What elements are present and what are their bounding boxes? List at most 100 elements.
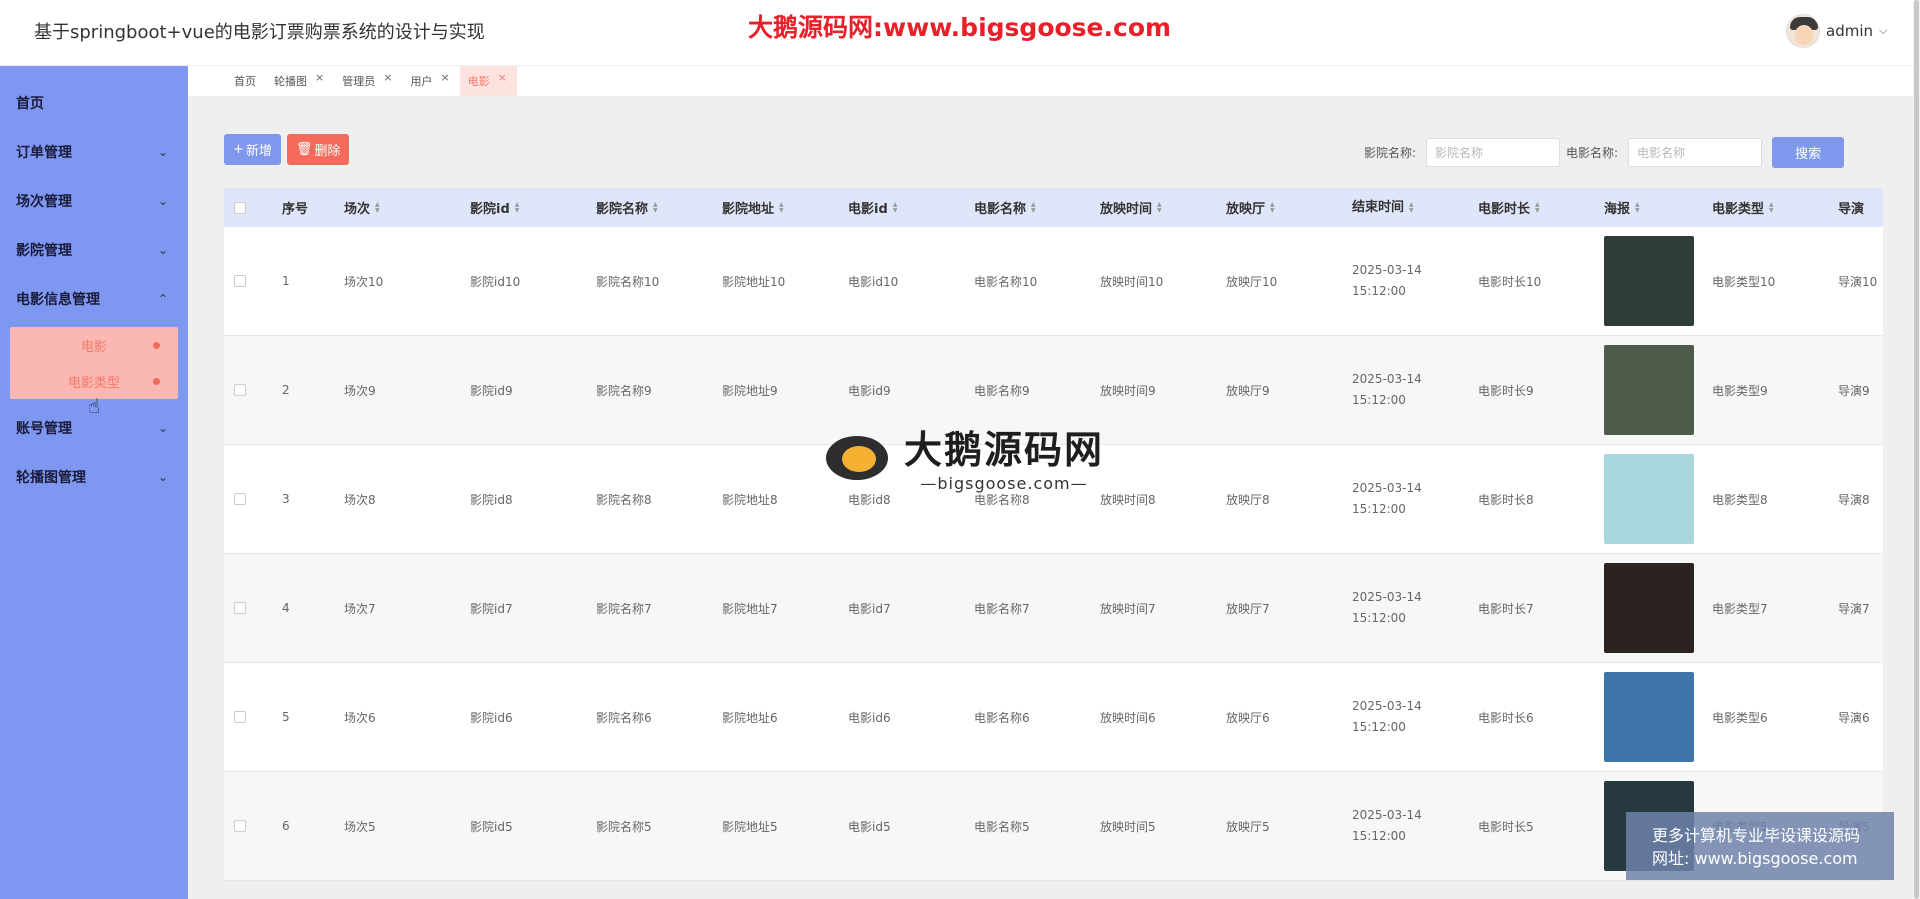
cell-movie-type: 电影类型10: [1712, 274, 1776, 289]
watermark-center: 大鹅源码网 —bigsgoose.com—: [826, 419, 1104, 493]
table-row[interactable]: 5 场次6 影院id6 影院名称6 影院地址6 电影id6 电影名称6 放映时间6 放映厅6 20…: [224, 663, 1883, 772]
cell-cinema-id: 影院id9: [470, 383, 513, 398]
watermark-center-url: —bigsgoose.com—: [920, 474, 1088, 493]
tab-home[interactable]: 首页: [226, 66, 266, 96]
cell-hall: 放映厅10: [1226, 274, 1278, 289]
row-checkbox[interactable]: [234, 275, 246, 287]
toolbar: + 新增 🗑 删除: [224, 134, 350, 165]
col-duration[interactable]: 电影时长 ▲ ▼: [1478, 198, 1604, 217]
col-end-time[interactable]: 结束时间 ▲ ▼: [1352, 197, 1478, 218]
sort-icon: ▲ ▼: [892, 200, 898, 214]
top-header: 基于springboot+vue的电影订票购票系统的设计与实现 大鹅源码网:ww…: [0, 0, 1920, 66]
cell-end-time: 2025-03-14 15:12:00: [1352, 808, 1422, 843]
cell-no: 6: [282, 819, 290, 833]
cell-movie-id: 电影id8: [848, 492, 891, 507]
cell-cinema-addr: 影院地址9: [722, 383, 778, 398]
cell-movie-name: 电影名称10: [974, 274, 1038, 289]
dot-indicator: [153, 378, 160, 385]
row-checkbox[interactable]: [234, 820, 246, 832]
page-scrollbar[interactable]: [1913, 0, 1920, 899]
sort-icon: ▲ ▼: [1409, 200, 1414, 214]
cell-movie-id: 电影id5: [848, 819, 891, 834]
poster-image: [1604, 236, 1712, 326]
search-button[interactable]: 搜索: [1772, 137, 1845, 168]
tab-movie[interactable]: 电影 ×: [459, 66, 517, 96]
user-menu[interactable]: admin ⌵: [1786, 14, 1887, 48]
tab-admin[interactable]: 管理员 ×: [334, 66, 402, 96]
sidebar-item-carousel[interactable]: 轮播图管理 ⌄: [0, 452, 188, 501]
delete-button[interactable]: 🗑 删除: [286, 134, 350, 165]
cell-session: 场次9: [344, 383, 376, 398]
table-row[interactable]: 4 场次7 影院id7 影院名称7 影院地址7 电影id7 电影名称7 放映时间7 放映厅7 20…: [224, 554, 1883, 663]
cell-movie-name: 电影名称7: [974, 601, 1030, 616]
avatar[interactable]: [1786, 14, 1820, 48]
sidebar-item-sessions[interactable]: 场次管理 ⌄: [0, 176, 188, 225]
username[interactable]: admin: [1826, 22, 1873, 40]
sidebar-item-home[interactable]: 首页: [0, 78, 188, 127]
col-movie-type[interactable]: 电影类型 ▲ ▼: [1712, 198, 1838, 217]
cell-end-time: 2025-03-14 15:12:00: [1352, 699, 1422, 734]
cell-show-time: 放映时间6: [1100, 710, 1156, 725]
close-icon[interactable]: ×: [315, 71, 324, 84]
sort-icon: ▲ ▼: [1635, 200, 1640, 214]
cinema-name-input[interactable]: [1426, 138, 1561, 167]
col-cinema-addr[interactable]: 影院地址 ▲ ▼: [722, 198, 848, 217]
sidebar-item-orders[interactable]: 订单管理 ⌄: [0, 127, 188, 176]
row-checkbox[interactable]: [234, 493, 246, 505]
cell-duration: 电影时长8: [1478, 492, 1534, 507]
cell-cinema-id: 影院id8: [470, 492, 513, 507]
tab-carousel[interactable]: 轮播图 ×: [266, 66, 334, 96]
cell-no: 5: [282, 710, 290, 724]
col-session[interactable]: 场次 ▲ ▼: [344, 198, 470, 217]
sidebar-item-movie-info[interactable]: 电影信息管理 ⌃: [0, 274, 188, 323]
cell-movie-name: 电影名称9: [974, 383, 1030, 398]
cell-show-time: 放映时间8: [1100, 492, 1156, 507]
cell-hall: 放映厅6: [1226, 710, 1270, 725]
add-button[interactable]: + 新增: [224, 134, 281, 165]
sidebar-item-cinemas[interactable]: 影院管理 ⌄: [0, 225, 188, 274]
cell-movie-id: 电影id7: [848, 601, 891, 616]
cell-session: 场次10: [344, 274, 384, 289]
close-icon[interactable]: ×: [383, 71, 392, 84]
row-checkbox[interactable]: [234, 602, 246, 614]
close-icon[interactable]: ×: [440, 71, 449, 84]
chevron-down-icon[interactable]: ⌵: [1879, 24, 1887, 38]
row-checkbox[interactable]: [234, 384, 246, 396]
cell-cinema-addr: 影院地址6: [722, 710, 778, 725]
cell-director: 导演9: [1838, 383, 1870, 398]
col-movie-id[interactable]: 电影id ▲ ▼: [848, 198, 974, 217]
cell-movie-name: 电影名称5: [974, 819, 1030, 834]
col-hall[interactable]: 放映厅 ▲ ▼: [1226, 198, 1352, 217]
cell-director: 导演7: [1838, 601, 1870, 616]
col-show-time[interactable]: 放映时间 ▲ ▼: [1100, 198, 1226, 217]
chevron-up-icon: ⌃: [157, 291, 168, 306]
cell-no: 4: [282, 601, 290, 615]
cell-end-time: 2025-03-14 15:12:00: [1352, 372, 1422, 407]
cell-cinema-addr: 影院地址8: [722, 492, 778, 507]
sort-icon: ▲ ▼: [653, 200, 658, 214]
col-director[interactable]: 导演: [1838, 198, 1878, 217]
movie-name-input[interactable]: [1628, 138, 1763, 167]
cell-director: 导演6: [1838, 710, 1870, 725]
cell-duration: 电影时长9: [1478, 383, 1534, 398]
col-movie-name[interactable]: 电影名称 ▲ ▼: [974, 198, 1100, 217]
cell-movie-name: 电影名称8: [974, 492, 1030, 507]
select-all-checkbox[interactable]: [234, 201, 246, 214]
close-icon[interactable]: ×: [498, 71, 507, 84]
cell-hall: 放映厅8: [1226, 492, 1270, 507]
table-header: 序号 场次 ▲ ▼ 影院id ▲ ▼ 影院名称 ▲ ▼ 影院地址 ▲ ▼ 电影id ▲ ▼ 电影名称…: [224, 188, 1883, 227]
cell-end-time: 2025-03-14 15:12:00: [1352, 481, 1422, 516]
sidebar: 首页 订单管理 ⌄ 场次管理 ⌄ 影院管理 ⌄ 电影信息管理 ⌃ 电影 电影类型 账号管…: [0, 66, 188, 899]
col-poster[interactable]: 海报 ▲ ▼: [1604, 198, 1712, 217]
cell-movie-id: 电影id9: [848, 383, 891, 398]
cell-cinema-name: 影院名称8: [596, 492, 652, 507]
col-cinema-name[interactable]: 影院名称 ▲ ▼: [596, 198, 722, 217]
tab-user[interactable]: 用户 ×: [402, 66, 459, 96]
col-cinema-id[interactable]: 影院id ▲ ▼: [470, 198, 596, 217]
sidebar-subitem-movie[interactable]: 电影: [10, 327, 178, 363]
poster-image: [1604, 454, 1712, 544]
cell-cinema-name: 影院名称5: [596, 819, 652, 834]
table-row[interactable]: 1 场次10 影院id10 影院名称10 影院地址10 电影id10 电影名称10 放映时间1…: [224, 227, 1883, 336]
row-checkbox[interactable]: [234, 711, 246, 723]
sort-icon: ▲ ▼: [1270, 200, 1275, 214]
